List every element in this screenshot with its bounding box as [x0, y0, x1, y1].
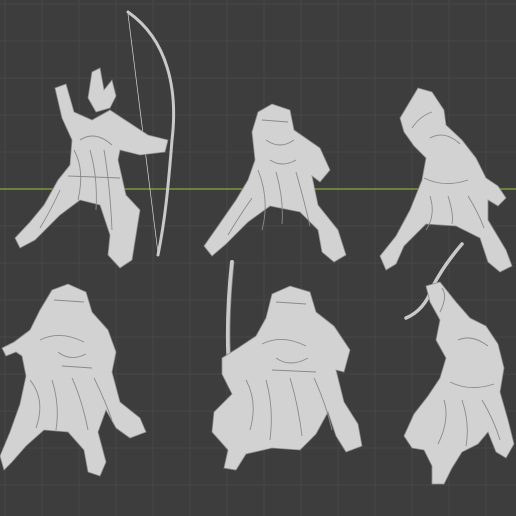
- miniature-archer[interactable]: [14, 10, 176, 269]
- miniature-hooded-blade[interactable]: [211, 260, 363, 471]
- miniature-raised-sword[interactable]: [403, 242, 515, 485]
- miniature-arm-raised[interactable]: [379, 87, 513, 273]
- miniature-hooded-standing[interactable]: [203, 103, 347, 263]
- viewport-scene[interactable]: [0, 0, 516, 516]
- 3d-viewport[interactable]: [0, 0, 516, 516]
- miniature-hooded-cloak[interactable]: [0, 283, 147, 477]
